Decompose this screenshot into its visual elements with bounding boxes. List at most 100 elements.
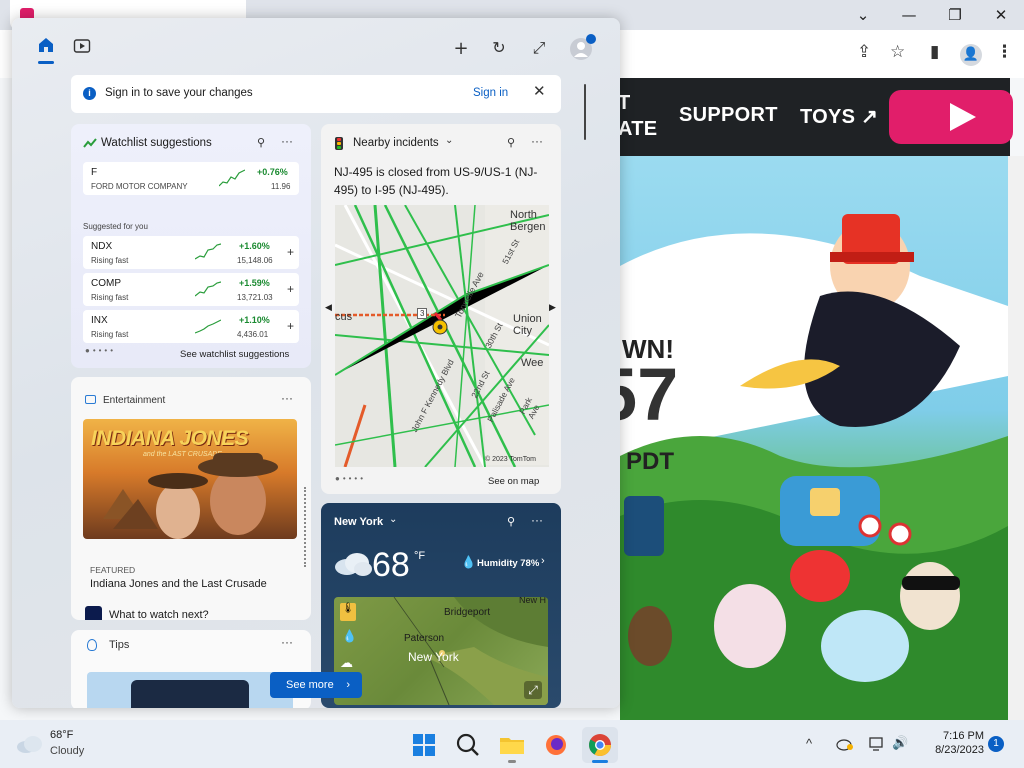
chevron-down-icon[interactable]: ⌄	[445, 135, 453, 146]
notification-badge[interactable]: 1	[988, 736, 1004, 752]
cloudy-icon	[17, 736, 42, 753]
search-button[interactable]	[450, 727, 486, 763]
home-tab[interactable]	[36, 36, 56, 64]
close-window-button[interactable]: ✕	[978, 3, 1024, 27]
entertainment-card: Entertainment ··· INDIANA JONES and the …	[71, 377, 311, 620]
pin-icon[interactable]: ⚲	[257, 136, 265, 149]
weather-city[interactable]: New York	[334, 516, 383, 528]
tips-image[interactable]	[87, 672, 293, 708]
chevron-down-icon[interactable]: ⌄	[389, 514, 397, 525]
watch-tab[interactable]	[72, 38, 92, 56]
nav-support-link[interactable]: SUPPORT	[679, 104, 778, 127]
share-icon[interactable]: ⇪	[857, 42, 871, 62]
pagination-dots[interactable]: ●••••	[335, 474, 366, 483]
signin-link[interactable]: Sign in	[473, 87, 508, 99]
movie-title[interactable]: Indiana Jones and the Last Crusade	[90, 578, 267, 590]
traffic-map[interactable]: North Bergen Union City Wee cus 3 Tonnel…	[335, 205, 549, 467]
map-label: 3	[417, 308, 428, 319]
stock-name: FORD MOTOR COMPANY	[91, 182, 188, 191]
folder-icon	[500, 738, 524, 754]
nav-toys-link[interactable]: TOYS ↗	[800, 104, 878, 129]
poster-art	[103, 453, 278, 539]
more-options-icon[interactable]: ···	[281, 134, 293, 148]
map-label: cus	[335, 311, 353, 323]
stock-symbol: F	[91, 167, 98, 178]
pin-icon[interactable]: ⚲	[507, 136, 515, 149]
show-hidden-icons-button[interactable]: ^	[806, 736, 812, 751]
stock-price: 15,148.06	[237, 256, 273, 265]
more-options-icon[interactable]: ···	[281, 391, 293, 405]
start-button[interactable]	[406, 727, 442, 763]
map-next-arrow[interactable]: ▶	[549, 302, 556, 313]
expand-button[interactable]: ⤢	[530, 38, 548, 58]
stock-row[interactable]: INX Rising fast +1.10% 4,436.01 +	[83, 310, 299, 343]
movie-poster[interactable]: INDIANA JONES and the LAST CRUSADE	[83, 419, 297, 539]
entertainment-label: Entertainment	[103, 395, 166, 406]
restore-button[interactable]: ❐	[932, 3, 978, 27]
traffic-light-icon	[335, 137, 343, 150]
firefox-button[interactable]	[538, 727, 574, 763]
tab-search-button[interactable]: ⌄	[840, 3, 886, 27]
stock-row[interactable]: COMP Rising fast +1.59% 13,721.03 +	[83, 273, 299, 306]
more-options-icon[interactable]: ···	[531, 513, 543, 527]
watch-next-link[interactable]: What to watch next?	[109, 609, 209, 620]
cloud-layer-icon[interactable]: ☁	[340, 655, 353, 671]
weather-map[interactable]: 🌡 💧 ☁ Bridgeport Paterson New York New H…	[334, 597, 548, 705]
chevron-right-icon[interactable]: ›	[541, 555, 545, 567]
panel-scrollbar[interactable]	[584, 84, 586, 140]
nav-partial-text-2[interactable]: ATE	[618, 118, 657, 141]
thermometer-icon[interactable]: 🌡	[340, 603, 356, 621]
see-on-map-link[interactable]: See on map	[488, 476, 539, 487]
more-options-icon[interactable]: ···	[531, 134, 543, 148]
dismiss-signin-button[interactable]: ✕	[533, 82, 546, 100]
add-stock-button[interactable]: +	[287, 245, 294, 259]
see-watchlist-link[interactable]: See watchlist suggestions	[180, 349, 289, 360]
add-widget-button[interactable]: +	[452, 38, 470, 59]
tips-label: Tips	[109, 639, 130, 651]
stock-symbol: COMP	[91, 278, 121, 289]
stock-sub: Rising fast	[91, 330, 129, 339]
bookmark-star-icon[interactable]: ☆	[890, 42, 905, 62]
weather-temp: 68	[372, 546, 410, 584]
taskbar-condition: Cloudy	[50, 745, 85, 757]
stock-row-top[interactable]: F FORD MOTOR COMPANY +0.76% 11.96	[83, 162, 299, 195]
precipitation-icon[interactable]: 💧	[342, 629, 357, 643]
add-stock-button[interactable]: +	[287, 319, 294, 333]
map-copyright: © 2023 TomTom	[485, 456, 536, 463]
humidity-value[interactable]: Humidity 78%	[477, 558, 539, 569]
stock-change: +1.59%	[239, 278, 270, 288]
expand-map-icon[interactable]: ⤢	[524, 681, 542, 699]
menu-icon[interactable]: ⋮	[996, 42, 1013, 62]
network-icon[interactable]	[868, 736, 886, 752]
card-scrollbar[interactable]	[304, 487, 306, 567]
add-stock-button[interactable]: +	[287, 282, 294, 296]
speaker-icon[interactable]: 🔊	[892, 735, 908, 751]
tray-app-icon[interactable]	[836, 737, 854, 751]
chrome-button[interactable]	[582, 727, 618, 763]
profile-icon[interactable]: 👤	[960, 44, 982, 66]
clock[interactable]: 7:16 PM 8/23/2023	[922, 728, 984, 762]
taskbar-weather-widget[interactable]: 68°F Cloudy	[16, 727, 116, 763]
incidents-title[interactable]: Nearby incidents	[353, 137, 439, 149]
file-explorer-button[interactable]	[494, 727, 530, 763]
incident-description[interactable]: NJ-495 is closed from US-9/US-1 (NJ-495)…	[334, 163, 550, 199]
account-avatar[interactable]	[570, 34, 596, 60]
sparkline-chart	[195, 243, 221, 260]
map-label: North Bergen	[510, 209, 546, 233]
promo-artwork: WN! 57 PDT	[620, 156, 1008, 720]
refresh-button[interactable]: ↻	[490, 38, 508, 57]
taskbar-temp: 68°F	[50, 729, 74, 741]
minimize-button[interactable]: —	[886, 3, 932, 27]
watchlist-card: Watchlist suggestions ⚲ ··· F FORD MOTOR…	[71, 124, 311, 368]
stock-row[interactable]: NDX Rising fast +1.60% 15,148.06 +	[83, 236, 299, 269]
pagination-dots[interactable]: ●••••	[85, 346, 116, 355]
watchlist-title: Watchlist suggestions	[101, 137, 212, 149]
see-more-button[interactable]: See more ›	[270, 672, 362, 698]
sidebar-icon[interactable]: ▮	[930, 42, 939, 62]
page-scrollbar[interactable]	[1008, 156, 1024, 720]
desktop-screen: ⌄ — ❐ ✕ ⇪ ☆ ▮ 👤 ⋮ T ATE SUPPORT TOYS ↗ W…	[0, 0, 1024, 768]
pin-icon[interactable]: ⚲	[507, 515, 515, 528]
banner-time: PDT	[626, 448, 674, 475]
more-options-icon[interactable]: ···	[281, 635, 293, 649]
map-prev-arrow[interactable]: ◀	[325, 302, 332, 313]
